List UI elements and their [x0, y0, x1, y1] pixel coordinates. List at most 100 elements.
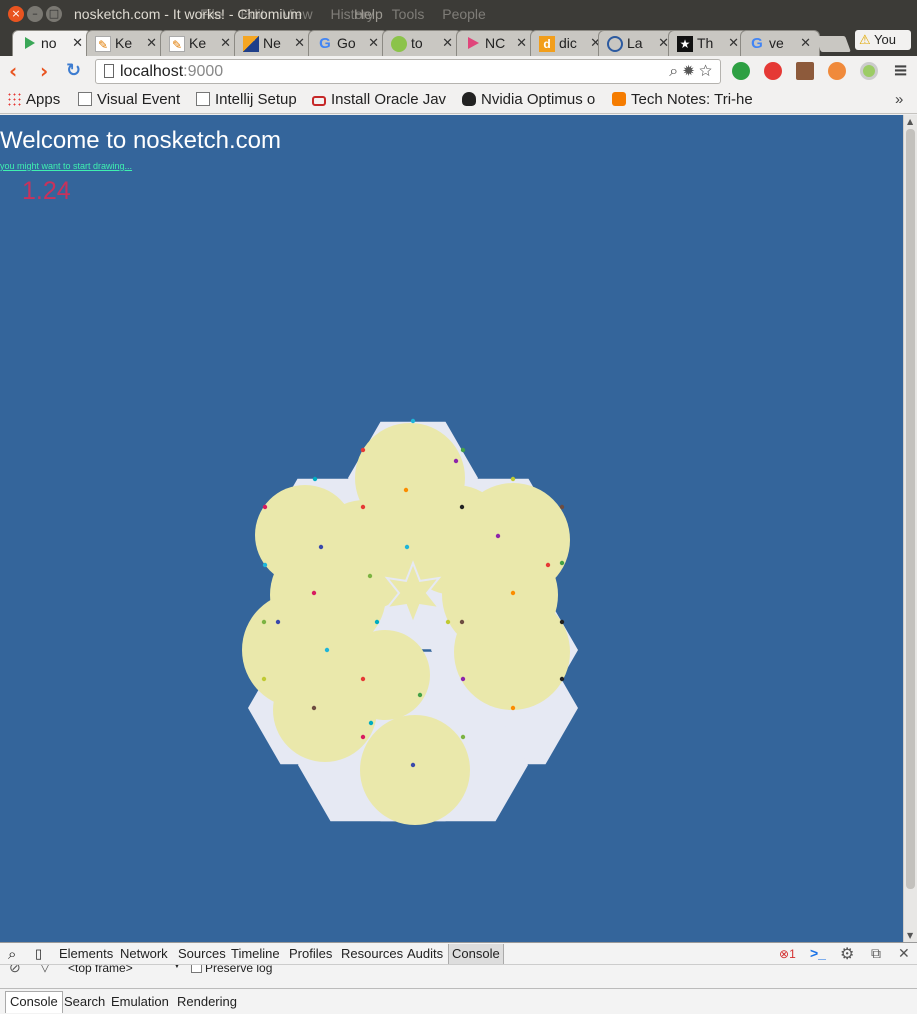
close-icon[interactable]: ✕ [728, 35, 739, 51]
sketch-point [410, 418, 416, 424]
page-viewport: Welcome to nosketch.com you might want t… [0, 115, 903, 942]
extension-video-icon[interactable] [796, 62, 814, 80]
tab-item[interactable]: ✎ Ke ✕ [86, 30, 166, 56]
sketch-point [459, 619, 465, 625]
bookmark-oracle[interactable]: Install Oracle Jav [312, 91, 450, 108]
menu-help[interactable]: Help [354, 6, 383, 22]
settings-ext-icon[interactable]: ✹ [682, 63, 699, 80]
sketch-point [311, 590, 317, 596]
profile-button[interactable]: ⚠ You [855, 30, 911, 50]
star-icon: ★ [677, 36, 693, 52]
close-icon[interactable]: ✕ [220, 35, 231, 51]
fps-counter: 1.24 [22, 177, 71, 205]
bookmark-visual-event[interactable]: Visual Event [78, 91, 180, 108]
preserve-log-label: Preserve log [205, 965, 273, 975]
tab-item[interactable]: to ✕ [382, 30, 462, 56]
address-bar[interactable]: localhost:9000 ⌕✹☆ [95, 59, 721, 84]
sketch-point [360, 504, 366, 510]
back-button[interactable]: ‹ [9, 60, 17, 82]
error-count-badge[interactable]: ⊗1 [779, 947, 796, 961]
clear-console-icon[interactable]: ⊘ [9, 965, 21, 976]
bookmark-apps[interactable]: Apps [7, 91, 60, 108]
bookmark-star-icon[interactable]: ☆ [699, 63, 716, 80]
inspect-icon[interactable]: ⌕ [8, 946, 16, 963]
tab-label: NC [485, 35, 506, 51]
preserve-log-checkbox[interactable] [191, 965, 202, 973]
extension-circle-icon[interactable] [860, 62, 878, 80]
sketch-point [404, 544, 410, 550]
window-close-button[interactable]: × [8, 6, 24, 22]
tab-item[interactable]: NC ✕ [456, 30, 536, 56]
menu-tools[interactable]: Tools [392, 6, 425, 22]
tab-nosketch[interactable]: no ✕ [12, 30, 92, 56]
frame-select[interactable]: <top frame> [68, 965, 133, 975]
extension-download-icon[interactable] [764, 62, 782, 80]
tab-label: Ke [115, 35, 133, 51]
close-icon[interactable]: ✕ [294, 35, 305, 51]
close-icon[interactable]: ✕ [146, 35, 157, 51]
close-icon[interactable]: ✕ [898, 945, 910, 962]
window-maximize-button[interactable]: □ [46, 6, 62, 22]
tab-label: to [411, 35, 423, 51]
tab-label: Th [697, 35, 714, 51]
scroll-up-icon[interactable]: ▲ [907, 117, 913, 126]
scrollbar-thumb[interactable] [906, 129, 915, 889]
devtools-tab-timeline[interactable]: Timeline [231, 946, 280, 961]
tab-item[interactable]: ✎ Ke ✕ [160, 30, 240, 56]
bookmark-tech-notes[interactable]: Tech Notes: Tri-he [612, 91, 752, 108]
tab-item[interactable]: G ve ✕ [740, 30, 820, 56]
device-mode-icon[interactable]: ▯ [35, 946, 42, 962]
drawer-tab-search[interactable]: Search [64, 994, 105, 1009]
sketch-point [417, 692, 423, 698]
tab-item[interactable]: La ✕ [598, 30, 678, 56]
close-icon[interactable]: ✕ [368, 35, 379, 51]
start-drawing-link[interactable]: you might want to start drawing... [0, 161, 132, 171]
devtools-tab-network[interactable]: Network [120, 946, 168, 961]
close-icon[interactable]: ✕ [442, 35, 453, 51]
tab-label: Go [337, 35, 356, 51]
menu-icon[interactable]: ≡ [893, 60, 908, 82]
devtools-tab-elements[interactable]: Elements [59, 946, 113, 961]
drawer-tab-console[interactable]: Console [5, 991, 63, 1013]
close-icon[interactable]: ✕ [516, 35, 527, 51]
reload-icon[interactable]: ↻ [66, 60, 81, 82]
flag-icon [243, 36, 259, 52]
close-icon[interactable]: ✕ [800, 35, 811, 51]
filter-icon[interactable]: ▽ [40, 965, 50, 975]
devtools-tab-audits[interactable]: Audits [407, 946, 443, 961]
devtools-tab-console[interactable]: Console [448, 944, 504, 964]
extension-octo-icon[interactable] [828, 62, 846, 80]
profile-label: You [874, 32, 896, 47]
tab-item[interactable]: Ne ✕ [234, 30, 314, 56]
sketch-point [459, 504, 465, 510]
scroll-down-icon[interactable]: ▼ [907, 931, 913, 940]
drawer-tab-rendering[interactable]: Rendering [177, 994, 237, 1009]
new-tab-button[interactable] [815, 36, 851, 52]
gear-icon[interactable]: ⚙ [840, 944, 854, 964]
devtools-tab-resources[interactable]: Resources [341, 946, 403, 961]
blogger-icon [612, 92, 626, 106]
bookmark-nvidia[interactable]: Nvidia Optimus o [462, 91, 602, 108]
dock-icon[interactable]: ⧉ [871, 945, 881, 962]
window-minimize-button[interactable]: – [27, 6, 43, 22]
forward-button[interactable]: › [40, 60, 48, 82]
tab-item[interactable]: ★ Th ✕ [668, 30, 748, 56]
devtools-tab-profiles[interactable]: Profiles [289, 946, 332, 961]
bookmarks-overflow-icon[interactable]: » [895, 91, 903, 108]
sketch-point [318, 544, 324, 550]
drawing-canvas[interactable] [0, 115, 903, 942]
sketch-circle [446, 543, 550, 647]
bookmark-intellij[interactable]: Intellij Setup [196, 91, 297, 108]
menu-people[interactable]: People [442, 6, 486, 22]
close-icon[interactable]: ✕ [72, 35, 83, 51]
drawer-toggle-icon[interactable]: >_ [810, 945, 826, 961]
drawer-tab-emulation[interactable]: Emulation [111, 994, 169, 1009]
page-scrollbar[interactable]: ▲ ▼ [903, 115, 917, 942]
zoom-icon[interactable]: ⌕ [669, 63, 682, 80]
tab-label: dic [559, 35, 577, 51]
pencil-icon: ✎ [95, 36, 111, 52]
tab-item[interactable]: G Go ✕ [308, 30, 388, 56]
extension-leaf-icon[interactable] [732, 62, 750, 80]
devtools-tab-sources[interactable]: Sources [178, 946, 226, 961]
sketch-point [410, 762, 416, 768]
